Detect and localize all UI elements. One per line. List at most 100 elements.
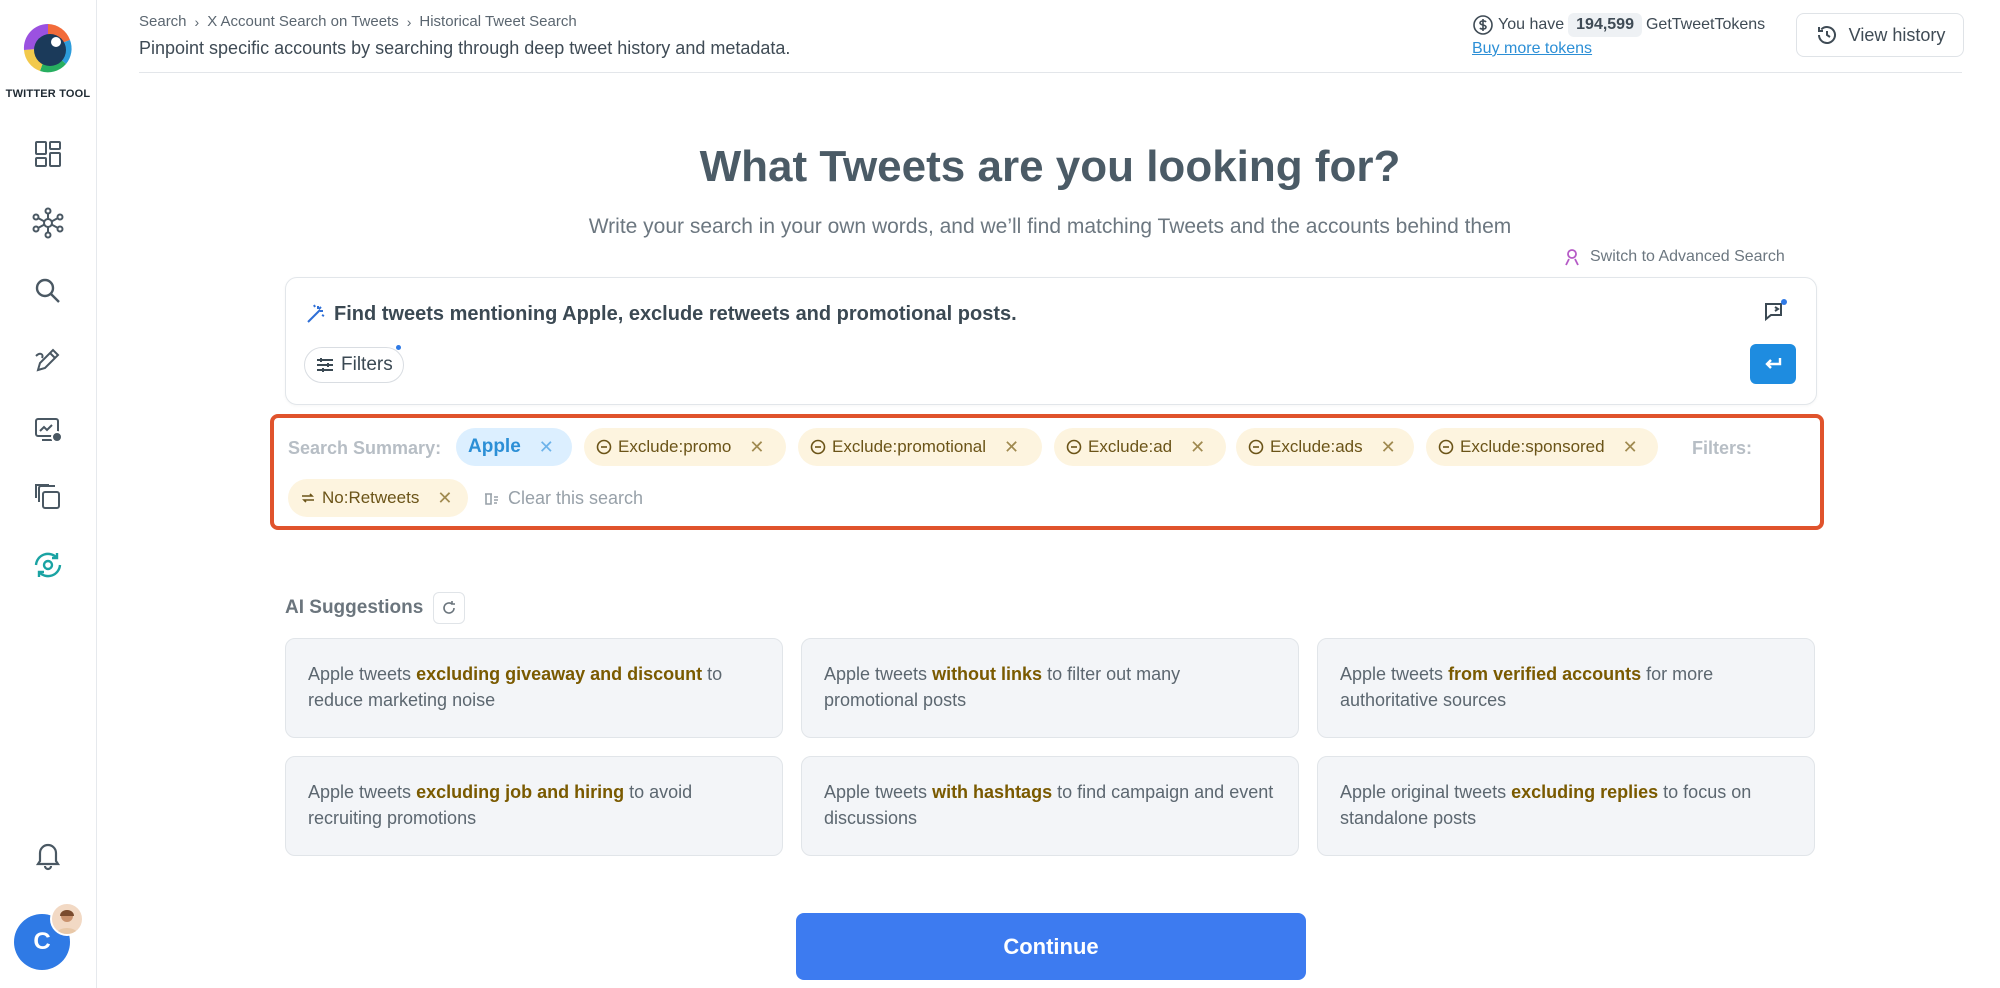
suggestion-text: Apple original tweets [1340,782,1512,802]
token-suffix: GetTweetTokens [1645,16,1766,33]
search-icon [35,278,60,303]
summary-filters-label: Filters: [1692,438,1753,458]
suggestion-text: Apple tweets [824,664,933,684]
breadcrumb-item[interactable]: Search [139,13,187,30]
sidebar-item-edit[interactable] [28,340,68,380]
remove-chip-icon[interactable]: ✕ [749,437,764,458]
ai-suggestions-title: AI Suggestions [285,597,424,618]
suggestion-card[interactable]: Apple tweets excluding giveaway and disc… [285,638,783,738]
exclude-chip-label: Exclude:promotional [832,437,987,456]
filters-button[interactable]: Filters [304,345,404,383]
chevron-right-icon: › [406,13,412,30]
filter-chip: No:Retweets ✕ [288,479,468,517]
app-logo[interactable] [20,20,76,76]
exclude-chip-label: Exclude:ad [1088,437,1173,456]
search-query-text: Find tweets mentioning Apple, exclude re… [334,302,1017,325]
exclude-chip: Exclude:ad ✕ [1054,428,1226,466]
search-query[interactable]: Find tweets mentioning Apple, exclude re… [304,302,1017,326]
suggestion-highlight: without links [932,664,1043,684]
suggestion-highlight: excluding replies [1511,782,1659,802]
minus-circle-icon [1248,439,1264,455]
sidebar-item-network[interactable] [28,203,68,243]
clear-search-link[interactable]: Clear this search [482,488,643,509]
remove-keyword-icon[interactable]: ✕ [539,437,554,458]
chevron-right-icon: › [194,13,200,30]
suggestion-card[interactable]: Apple original tweets excluding replies … [1317,756,1815,856]
history-icon [1817,26,1836,44]
breadcrumb-item[interactable]: Historical Tweet Search [419,13,576,30]
suggestion-card[interactable]: Apple tweets from verified accounts for … [1317,638,1815,738]
suggestion-card[interactable]: Apple tweets with hashtags to find campa… [801,756,1299,856]
exclude-chip: Exclude:sponsored ✕ [1426,428,1658,466]
continue-button[interactable]: Continue [796,913,1306,980]
buy-tokens-link[interactable]: Buy more tokens [1472,40,1592,58]
minus-circle-icon [1438,439,1454,455]
search-summary: Search Summary: Apple ✕ Exclude:promo ✕ … [270,414,1824,530]
view-history-button[interactable]: View history [1796,13,1964,57]
suggestion-text: Apple tweets [1340,664,1449,684]
notifications-button[interactable] [28,835,68,875]
filters-indicator-dot [395,345,401,350]
edit-pen-icon [35,348,60,372]
suggestion-card[interactable]: Apple tweets excluding job and hiring to… [285,756,783,856]
exclude-chip-label: Exclude:promo [618,437,732,456]
suggestion-text: Apple tweets [308,782,417,802]
remove-chip-icon[interactable]: ✕ [437,488,452,509]
avatar-photo [50,902,84,936]
chat-icon[interactable] [1762,298,1788,324]
clear-search-label: Clear this search [508,488,644,508]
filters-label: Filters [341,354,393,375]
ai-suggestions-header: AI Suggestions [285,592,466,624]
remove-chip-icon[interactable]: ✕ [1623,437,1638,458]
sync-icon [34,552,62,578]
suggestion-highlight: excluding giveaway and discount [416,664,703,684]
page-title: What Tweets are you looking for? [699,142,1401,191]
avatar-initial: C [33,928,51,955]
token-prefix: You have [1498,16,1565,33]
suggestion-text: Apple tweets [824,782,933,802]
sidebar-item-analytics[interactable] [28,409,68,449]
suggestion-highlight: excluding job and hiring [416,782,625,802]
sidebar-item-copy[interactable] [28,477,68,517]
switch-advanced-search-link[interactable]: Switch to Advanced Search [1562,247,1785,267]
sidebar-item-search[interactable] [28,271,68,311]
copy-icon [35,484,60,509]
enter-icon [1765,358,1782,369]
token-count: 194,599 [1568,13,1642,37]
search-box[interactable]: Find tweets mentioning Apple, exclude re… [285,277,1817,405]
bell-icon [35,843,61,871]
token-balance: You have 194,599 GetTweetTokens [1472,13,1765,37]
suggestion-highlight: with hashtags [932,782,1053,802]
suggestion-highlight: from verified accounts [1448,664,1642,684]
dashboard-icon [35,141,61,167]
sliders-icon [317,358,333,372]
remove-chip-icon[interactable]: ✕ [1381,437,1396,458]
breadcrumb-item[interactable]: X Account Search on Tweets [207,13,399,30]
exclude-chip: Exclude:promotional ✕ [798,428,1042,466]
network-icon [32,207,64,239]
magic-wand-icon [307,304,325,323]
exclude-chip-label: Exclude:ads [1270,437,1363,456]
remove-chip-icon[interactable]: ✕ [1190,437,1205,458]
exclude-chip-label: Exclude:sponsored [1460,437,1605,456]
dollar-coin-icon [1473,15,1493,35]
sidebar-item-sync[interactable] [28,545,68,585]
analytics-icon [35,418,63,443]
suggestion-card[interactable]: Apple tweets without links to filter out… [801,638,1299,738]
sidebar-item-dashboard[interactable] [28,134,68,174]
page-description: Write your search in your own words, and… [588,215,1512,238]
keyword-chip: Apple ✕ [456,428,572,466]
minus-circle-icon [596,439,612,455]
search-summary-label: Search Summary: [288,438,442,458]
refresh-suggestions-button[interactable] [433,592,466,624]
retweet-icon [302,493,314,503]
submit-search-button[interactable] [1750,344,1796,384]
sidebar: TWITTER TOOL C [0,0,97,988]
minus-circle-icon [1066,439,1082,455]
page-subtitle: Pinpoint specific accounts by searching … [139,38,791,58]
advanced-search-icon [1565,249,1579,266]
refresh-icon [443,601,456,614]
brand-name: TWITTER TOOL [5,88,91,100]
breadcrumb: Search › X Account Search on Tweets › Hi… [139,13,577,30]
remove-chip-icon[interactable]: ✕ [1004,437,1019,458]
